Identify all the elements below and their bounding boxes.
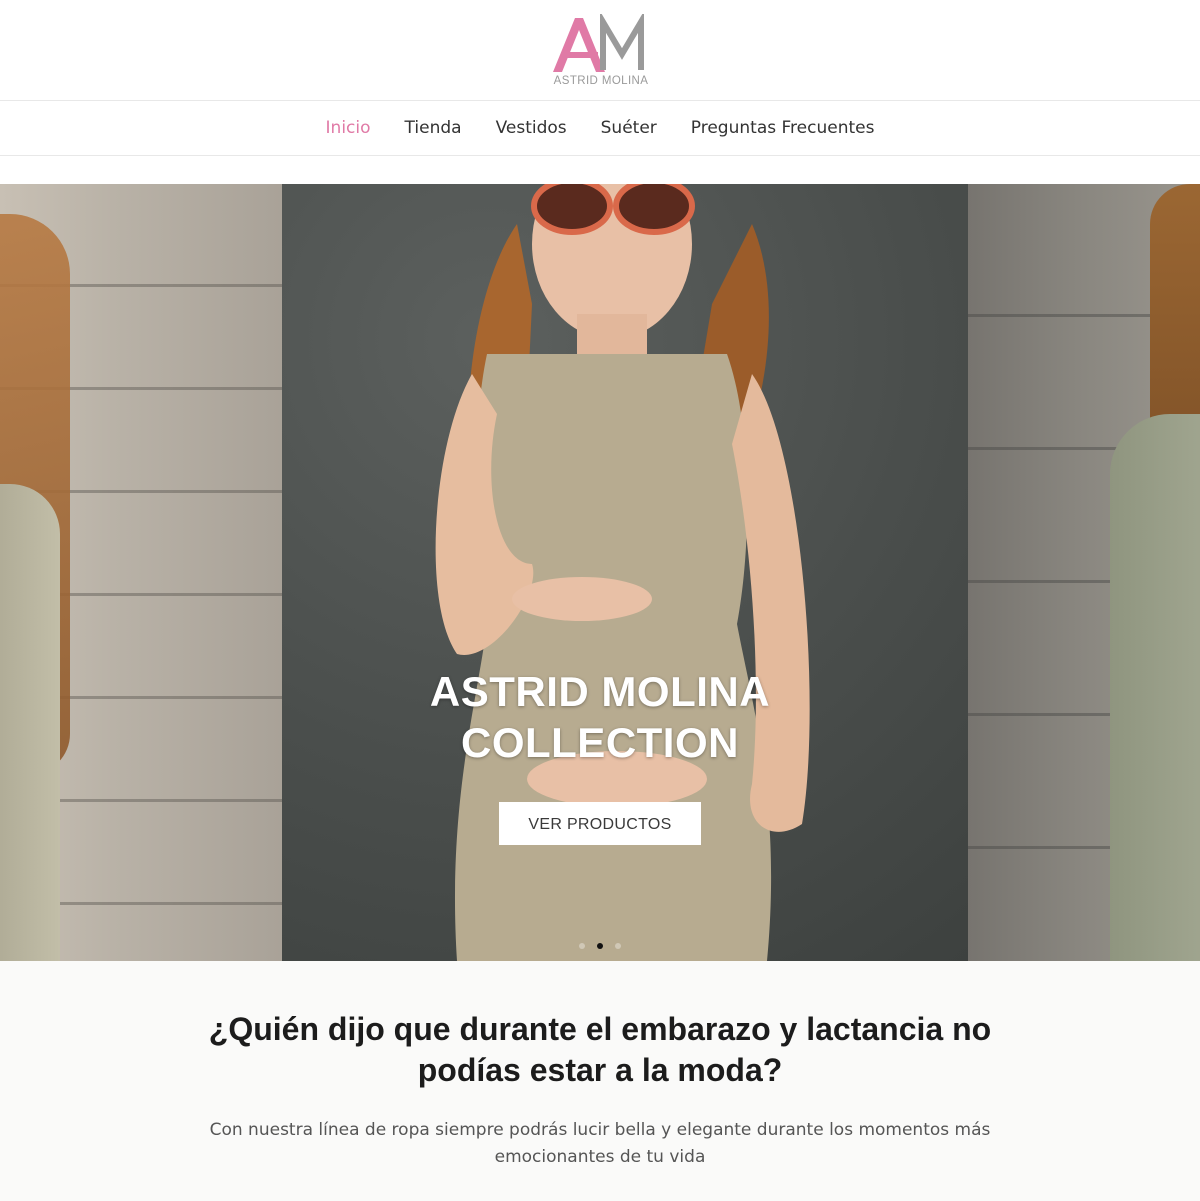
slider-dot-3[interactable] — [615, 943, 621, 949]
hero-slider[interactable]: ASTRID MOLINA COLLECTION VER PRODUCTOS — [0, 184, 1200, 961]
astrid-molina-logo[interactable]: ASTRID MOLINA — [549, 14, 653, 86]
hero-title-line1: ASTRID MOLINA — [429, 668, 771, 715]
slider-dot-1[interactable] — [579, 943, 585, 949]
hero-caption: ASTRID MOLINA COLLECTION VER PRODUCTOS — [0, 666, 1200, 845]
intro-text: Con nuestra línea de ropa siempre podrás… — [209, 1120, 991, 1167]
spacer — [0, 156, 1200, 184]
slider-dot-2[interactable] — [597, 943, 603, 949]
nav-item-tienda[interactable]: Tienda — [405, 118, 462, 138]
nav-item-inicio[interactable]: Inicio — [326, 118, 371, 138]
nav-item-sueter[interactable]: Suéter — [601, 118, 657, 138]
slider-dots — [0, 943, 1200, 949]
ver-productos-button[interactable]: VER PRODUCTOS — [499, 802, 701, 845]
intro-section: ¿Quién dijo que durante el embarazo y la… — [0, 961, 1200, 1201]
site-header: ASTRID MOLINA — [0, 0, 1200, 100]
hero-title: ASTRID MOLINA COLLECTION — [0, 666, 1200, 768]
svg-text:ASTRID MOLINA: ASTRID MOLINA — [554, 75, 649, 86]
nav-item-preguntas-frecuentes[interactable]: Preguntas Frecuentes — [691, 118, 875, 138]
nav-item-vestidos[interactable]: Vestidos — [496, 118, 567, 138]
intro-heading: ¿Quién dijo que durante el embarazo y la… — [208, 1011, 992, 1088]
main-nav: Inicio Tienda Vestidos Suéter Preguntas … — [0, 101, 1200, 155]
hero-title-line2: COLLECTION — [461, 719, 739, 766]
